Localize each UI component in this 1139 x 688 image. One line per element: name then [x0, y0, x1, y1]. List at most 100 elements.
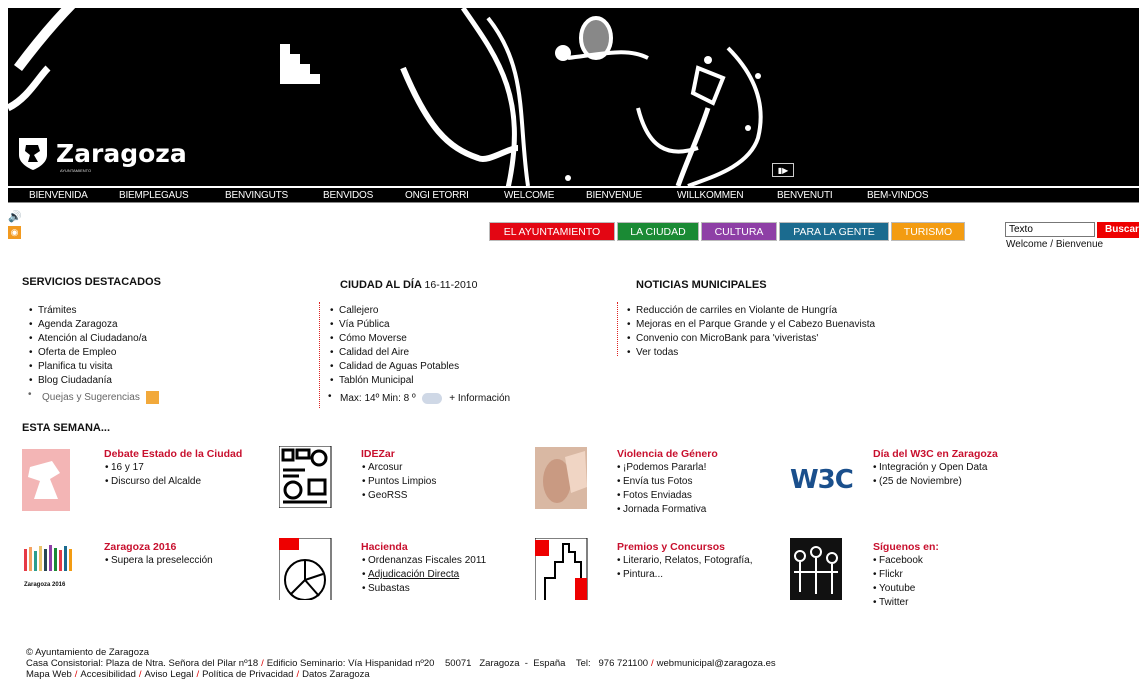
- search-input[interactable]: [1005, 222, 1095, 237]
- lang-benvidos[interactable]: BENVIDOS: [323, 190, 373, 201]
- hacienda-item[interactable]: Ordenanzas Fiscales 2011: [362, 554, 486, 568]
- servicios-item[interactable]: Agenda Zaragoza: [26, 318, 147, 332]
- welcome-link[interactable]: Welcome / Bienvenue: [1006, 239, 1103, 250]
- weather-more-link[interactable]: + Información: [449, 393, 510, 404]
- section-para-la-gente[interactable]: PARA LA GENTE: [779, 222, 889, 241]
- hacienda-list: Ordenanzas Fiscales 2011 Adjudicación Di…: [362, 554, 486, 596]
- ciudad-item[interactable]: Vía Pública: [327, 318, 459, 332]
- idezar-thumbnail[interactable]: [279, 446, 349, 508]
- semana-title: ESTA SEMANA...: [22, 422, 111, 434]
- servicios-item[interactable]: Atención al Ciudadano/a: [26, 332, 147, 346]
- noticias-item[interactable]: Reducción de carriles en Violante de Hun…: [624, 304, 875, 318]
- footer-link-datos[interactable]: Datos Zaragoza: [302, 669, 370, 680]
- ciudad-item[interactable]: Callejero: [327, 304, 459, 318]
- lang-willkommen[interactable]: WILLKOMMEN: [677, 190, 744, 201]
- lang-bem-vindos[interactable]: BEM-VINDOS: [867, 190, 929, 201]
- noticias-divider: [617, 302, 618, 356]
- noticias-title: NOTICIAS MUNICIPALES: [636, 279, 767, 291]
- siguenos-thumbnail[interactable]: [790, 538, 860, 600]
- siguenos-title[interactable]: Síguenos en:: [873, 541, 939, 553]
- violencia-thumbnail[interactable]: [535, 447, 605, 509]
- hacienda-thumbnail[interactable]: [279, 538, 349, 600]
- footer: © Ayuntamiento de Zaragoza Casa Consisto…: [26, 647, 776, 680]
- city-logo[interactable]: Zaragoza AYUNTAMIENTO: [16, 135, 187, 173]
- idezar-list: Arcosur Puntos Limpios GeoRSS: [362, 461, 436, 503]
- idezar-item[interactable]: GeoRSS: [362, 489, 436, 503]
- lang-biemplegaus[interactable]: BIEMPLEGAUS: [119, 190, 189, 201]
- noticias-list: Reducción de carriles en Violante de Hun…: [624, 304, 875, 360]
- servicios-item[interactable]: Blog Ciudadanía: [26, 374, 147, 388]
- noticias-item[interactable]: Convenio con MicroBank para 'viveristas': [624, 332, 875, 346]
- debate-thumbnail[interactable]: [22, 449, 92, 511]
- ciudad-title-label: CIUDAD AL DÍA: [340, 279, 422, 291]
- search-button[interactable]: Buscar: [1097, 222, 1139, 238]
- lang-ongi-etorri[interactable]: ONGI ETORRI: [405, 190, 469, 201]
- violencia-item[interactable]: Fotos Enviadas: [617, 489, 706, 503]
- footer-address: Casa Consistorial: Plaza de Ntra. Señora…: [26, 658, 776, 669]
- quejas-label: Quejas y Sugerencias: [42, 392, 140, 404]
- hacienda-title[interactable]: Hacienda: [361, 541, 408, 553]
- w3c-logo: W3C: [790, 465, 854, 495]
- footer-link-privacidad[interactable]: Política de Privacidad: [202, 669, 293, 680]
- footer-email-link[interactable]: webmunicipal@zaragoza.es: [657, 658, 776, 669]
- section-cultura[interactable]: CULTURA: [701, 222, 777, 241]
- section-turismo[interactable]: TURISMO: [891, 222, 965, 241]
- debate-title[interactable]: Debate Estado de la Ciudad: [104, 448, 242, 460]
- premios-title[interactable]: Premios y Concursos: [617, 541, 725, 553]
- slideshow-button[interactable]: ▮▶: [772, 163, 794, 177]
- violencia-item[interactable]: Envía tus Fotos: [617, 475, 706, 489]
- footer-link-aviso[interactable]: Aviso Legal: [145, 669, 194, 680]
- servicios-item[interactable]: Trámites: [26, 304, 147, 318]
- violencia-title[interactable]: Violencia de Género: [617, 448, 718, 460]
- twitter-link[interactable]: Twitter: [873, 596, 923, 610]
- debate-item[interactable]: Discurso del Alcalde: [105, 475, 201, 489]
- ciudad-item[interactable]: Calidad de Aguas Potables: [327, 360, 459, 374]
- lang-welcome[interactable]: WELCOME: [504, 190, 554, 201]
- violencia-item[interactable]: ¡Podemos Pararla!: [617, 461, 706, 475]
- z2016-thumbnail[interactable]: Zaragoza 2016: [22, 543, 92, 605]
- idezar-title[interactable]: IDEZar: [361, 448, 395, 460]
- w3c-item[interactable]: Integración y Open Data: [873, 461, 987, 475]
- section-la-ciudad[interactable]: LA CIUDAD: [617, 222, 699, 241]
- section-ayuntamiento[interactable]: EL AYUNTAMIENTO: [489, 222, 615, 241]
- siguenos-list: Facebook Flickr Youtube Twitter: [873, 554, 923, 610]
- lang-bienvenida[interactable]: BIENVENIDA: [29, 190, 88, 201]
- premios-thumbnail[interactable]: [535, 538, 605, 600]
- language-bar: BIENVENIDA BIEMPLEGAUS BENVINGUTS BENVID…: [8, 188, 1139, 203]
- ciudad-title: CIUDAD AL DÍA 16-11-2010: [340, 279, 477, 291]
- speaker-icon[interactable]: 🔊: [8, 210, 22, 223]
- lang-benvenuti[interactable]: BENVENUTI: [777, 190, 833, 201]
- facebook-link[interactable]: Facebook: [873, 554, 923, 568]
- shield-icon: [19, 138, 47, 170]
- quejas-link[interactable]: • Quejas y Sugerencias: [28, 389, 159, 404]
- violencia-item[interactable]: Jornada Formativa: [617, 503, 706, 517]
- premios-item[interactable]: Literario, Relatos, Fotografía,: [617, 554, 753, 568]
- lang-bienvenue[interactable]: BIENVENUE: [586, 190, 642, 201]
- hacienda-item[interactable]: Adjudicación Directa: [362, 568, 486, 582]
- flickr-link[interactable]: Flickr: [873, 568, 923, 582]
- idezar-item[interactable]: Puntos Limpios: [362, 475, 436, 489]
- idezar-item[interactable]: Arcosur: [362, 461, 436, 475]
- servicios-item[interactable]: Planifica tu visita: [26, 360, 147, 374]
- debate-item[interactable]: 16 y 17: [105, 461, 201, 475]
- w3c-thumbnail[interactable]: W3C: [790, 449, 860, 511]
- servicios-item[interactable]: Oferta de Empleo: [26, 346, 147, 360]
- city-subtitle: AYUNTAMIENTO: [60, 168, 92, 173]
- youtube-link[interactable]: Youtube: [873, 582, 923, 596]
- city-name: Zaragoza: [56, 138, 187, 168]
- hacienda-item[interactable]: Subastas: [362, 582, 486, 596]
- lang-benvinguts[interactable]: BENVINGUTS: [225, 190, 288, 201]
- premios-list: Literario, Relatos, Fotografía, Pintura.…: [617, 554, 753, 582]
- ciudad-item[interactable]: Calidad del Aire: [327, 346, 459, 360]
- ciudad-item[interactable]: Cómo Moverse: [327, 332, 459, 346]
- noticias-item[interactable]: Ver todas: [624, 346, 875, 360]
- noticias-item[interactable]: Mejoras en el Parque Grande y el Cabezo …: [624, 318, 875, 332]
- footer-link-accesibilidad[interactable]: Accesibilidad: [80, 669, 135, 680]
- z2016-item[interactable]: Supera la preselección: [105, 554, 213, 568]
- w3c-title[interactable]: Día del W3C en Zaragoza: [873, 448, 998, 460]
- rss-icon[interactable]: ◉: [8, 226, 21, 239]
- z2016-caption: Zaragoza 2016: [24, 582, 66, 588]
- footer-link-mapa[interactable]: Mapa Web: [26, 669, 72, 680]
- ciudad-item[interactable]: Tablón Municipal: [327, 374, 459, 388]
- z2016-title[interactable]: Zaragoza 2016: [104, 541, 176, 553]
